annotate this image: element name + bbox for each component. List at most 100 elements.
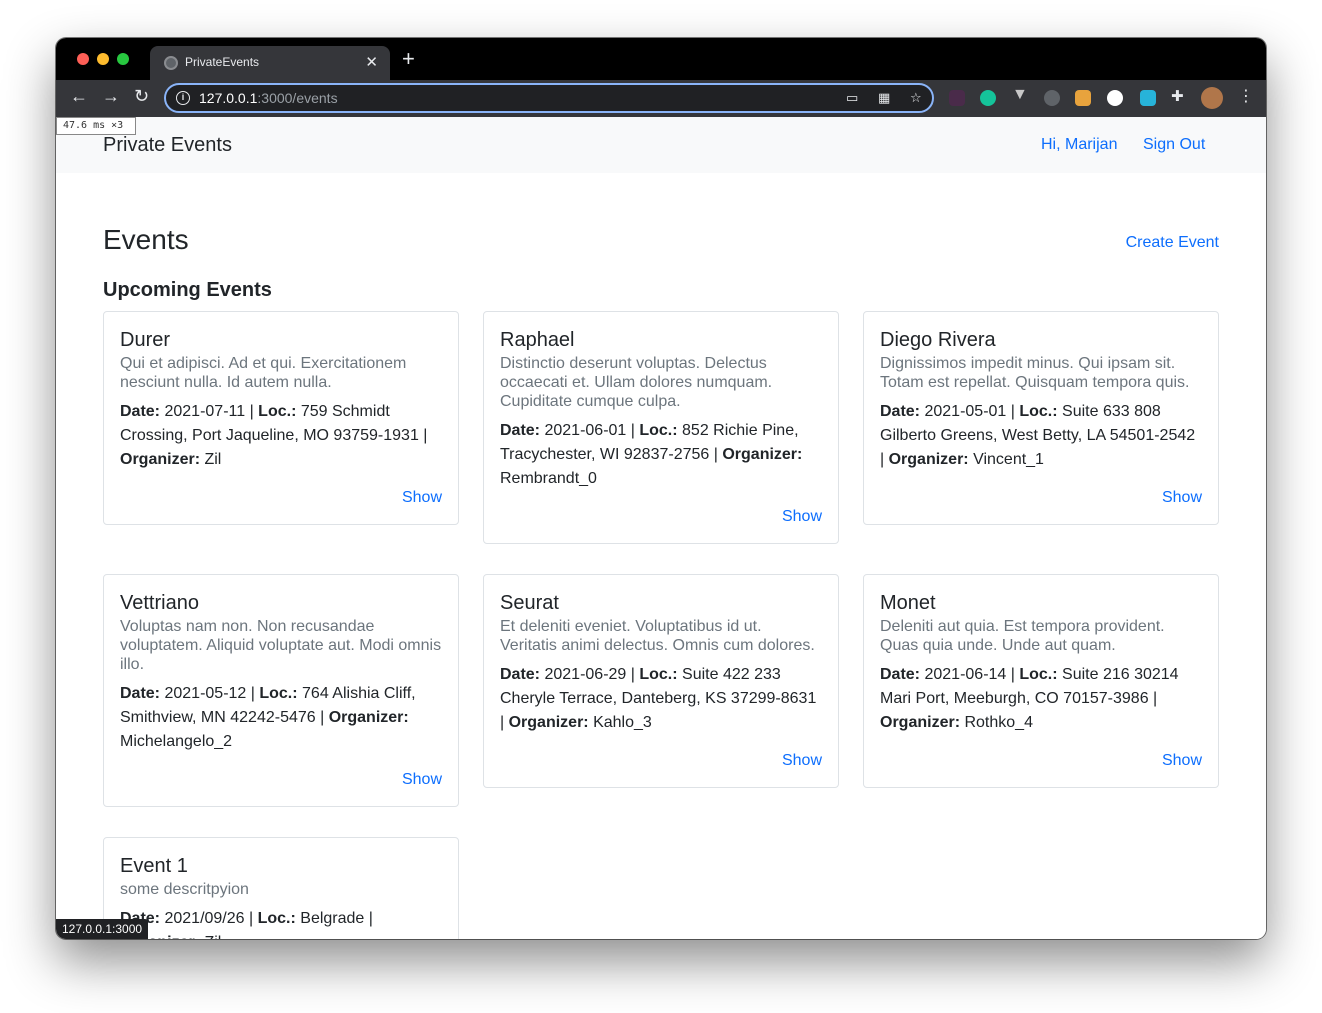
- event-card: Raphael Distinctio deserunt voluptas. Del…: [483, 311, 839, 544]
- show-event-link[interactable]: Show: [500, 751, 822, 771]
- location-label: Loc.:: [258, 403, 297, 420]
- event-description: Distinctio deserunt voluptas. Delectus o…: [500, 355, 773, 410]
- page-viewport: Private Events Hi, Marijan Sign Out 47.6…: [56, 117, 1266, 939]
- organizer-label: Organizer:: [888, 451, 969, 468]
- qr-code-icon[interactable]: ▦: [878, 90, 890, 106]
- event-description: Deleniti aut quia. Est tempora provident…: [880, 618, 1165, 654]
- site-navbar: Private Events Hi, Marijan Sign Out: [56, 117, 1266, 173]
- url-text: 127.0.0.1:3000/events: [199, 90, 338, 106]
- page-title: Events: [103, 224, 189, 255]
- date-label: Date:: [120, 403, 161, 420]
- profile-avatar[interactable]: [1201, 87, 1223, 109]
- event-title: Durer: [120, 329, 171, 351]
- extension-filter-icon[interactable]: [1140, 90, 1156, 106]
- event-title: Vettriano: [120, 592, 199, 614]
- back-arrow-icon[interactable]: ←: [70, 87, 88, 105]
- url-host: 127.0.0.1: [199, 90, 258, 106]
- event-organizer: Kahlo_3: [593, 714, 652, 731]
- maximize-window-button[interactable]: [117, 53, 129, 65]
- globe-icon: [164, 56, 178, 70]
- user-greeting-link[interactable]: Hi, Marijan: [1041, 136, 1117, 154]
- date-label: Date:: [120, 685, 161, 702]
- event-details: Date: 2021-06-29 | Loc.: Suite 422 233 C…: [500, 666, 817, 731]
- event-organizer: Vincent_1: [973, 451, 1044, 468]
- browser-window: PrivateEvents ✕ + ← → ↻ i 127.0.0.1:3000…: [56, 38, 1266, 939]
- vue-devtools-icon[interactable]: ▼: [1012, 86, 1028, 103]
- event-card: Event 1 some descritpyion Date: 2021/09/26…: [103, 837, 459, 939]
- render-time-badge: 47.6 ms ×3: [56, 117, 136, 135]
- event-card: Monet Deleniti aut quia. Est tempora prov…: [863, 574, 1219, 788]
- browser-tab[interactable]: PrivateEvents ✕: [150, 46, 390, 80]
- event-description: Et deleniti eveniet. Voluptatibus id ut.…: [500, 618, 815, 654]
- event-date: 2021-06-01: [544, 422, 627, 439]
- event-details: Date: 2021-05-12 | Loc.: 764 Alishia Cli…: [120, 685, 416, 750]
- status-bar-url: 127.0.0.1:3000: [56, 919, 149, 939]
- event-details: Date: 2021-06-14 | Loc.: Suite 216 30214…: [880, 666, 1179, 731]
- close-tab-icon[interactable]: ✕: [365, 53, 378, 71]
- event-title: Seurat: [500, 592, 559, 614]
- menu-kebab-icon[interactable]: ⋮: [1238, 86, 1254, 105]
- event-organizer: Zil: [204, 451, 222, 468]
- close-window-button[interactable]: [77, 53, 89, 65]
- tab-title: PrivateEvents: [185, 55, 260, 69]
- event-title: Monet: [880, 592, 936, 614]
- bookmark-star-icon[interactable]: ☆: [910, 90, 922, 106]
- show-event-link[interactable]: Show: [120, 770, 442, 790]
- event-organizer: Zil: [204, 934, 221, 939]
- event-title: Raphael: [500, 329, 575, 351]
- show-event-link[interactable]: Show: [880, 751, 1202, 771]
- organizer-label: Organizer:: [722, 446, 803, 463]
- event-date: 2021-06-29: [544, 666, 627, 683]
- event-date: 2021/09/26: [164, 910, 245, 927]
- browser-toolbar: ← → ↻ i 127.0.0.1:3000/events ▭ ▦ ☆ ▼ ✚ …: [56, 80, 1266, 117]
- date-label: Date:: [500, 666, 541, 683]
- forward-arrow-icon[interactable]: →: [102, 87, 120, 105]
- event-details: Date: 2021-05-01 | Loc.: Suite 633 808 G…: [880, 403, 1196, 468]
- event-details: Date: 2021-07-11 | Loc.: 759 Schmidt Cro…: [120, 403, 428, 468]
- event-card: Diego Rivera Dignissimos impedit minus. Q…: [863, 311, 1219, 525]
- location-label: Loc.:: [639, 422, 678, 439]
- location-label: Loc.:: [639, 666, 678, 683]
- sign-out-link[interactable]: Sign Out: [1143, 136, 1205, 154]
- event-description: Qui et adipisci. Ad et qui. Exercitation…: [120, 355, 407, 391]
- event-organizer: Michelangelo_2: [120, 733, 233, 750]
- location-label: Loc.:: [1019, 666, 1058, 683]
- event-description: Voluptas nam non. Non recusandae volupta…: [120, 618, 442, 673]
- grammarly-icon[interactable]: [980, 90, 996, 106]
- event-details: Date: 2021/09/26 | Loc.: Belgrade | Orga…: [120, 907, 442, 939]
- event-location: Belgrade: [300, 910, 365, 927]
- event-description: Dignissimos impedit minus. Qui ipsam sit…: [880, 355, 1190, 391]
- extension-record-icon[interactable]: [949, 90, 965, 106]
- cast-icon[interactable]: ▭: [846, 90, 858, 106]
- create-event-link[interactable]: Create Event: [1126, 234, 1219, 252]
- event-card: Durer Qui et adipisci. Ad et qui. Exercit…: [103, 311, 459, 525]
- minimize-window-button[interactable]: [97, 53, 109, 65]
- brand-link[interactable]: Private Events: [103, 134, 232, 157]
- event-organizer: Rothko_4: [964, 714, 1033, 731]
- date-label: Date:: [500, 422, 541, 439]
- extension-color-icon[interactable]: [1107, 90, 1123, 106]
- show-event-link[interactable]: Show: [500, 507, 822, 527]
- reload-icon[interactable]: ↻: [134, 87, 149, 105]
- organizer-label: Organizer:: [120, 451, 201, 468]
- url-path: :3000/events: [257, 90, 338, 106]
- event-title: Diego Rivera: [880, 329, 996, 351]
- section-title: Upcoming Events: [103, 279, 272, 301]
- organizer-label: Organizer:: [328, 709, 409, 726]
- event-title: Event 1: [120, 855, 188, 877]
- location-label: Loc.:: [259, 685, 298, 702]
- event-details: Date: 2021-06-01 | Loc.: 852 Richie Pine…: [500, 422, 803, 487]
- info-icon[interactable]: i: [176, 91, 190, 105]
- extension-c-icon[interactable]: [1044, 90, 1060, 106]
- event-date: 2021-06-14: [924, 666, 1007, 683]
- address-bar[interactable]: i 127.0.0.1:3000/events ▭ ▦ ☆: [164, 83, 934, 113]
- organizer-label: Organizer:: [508, 714, 589, 731]
- show-event-link[interactable]: Show: [880, 488, 1202, 508]
- location-label: Loc.:: [1019, 403, 1058, 420]
- extension-palette-icon[interactable]: [1075, 90, 1091, 106]
- show-event-link[interactable]: Show: [120, 488, 442, 508]
- new-tab-icon[interactable]: +: [402, 48, 415, 70]
- event-card: Vettriano Voluptas nam non. Non recusanda…: [103, 574, 459, 807]
- extensions-puzzle-icon[interactable]: ✚: [1171, 87, 1187, 105]
- event-date: 2021-05-12: [164, 685, 247, 702]
